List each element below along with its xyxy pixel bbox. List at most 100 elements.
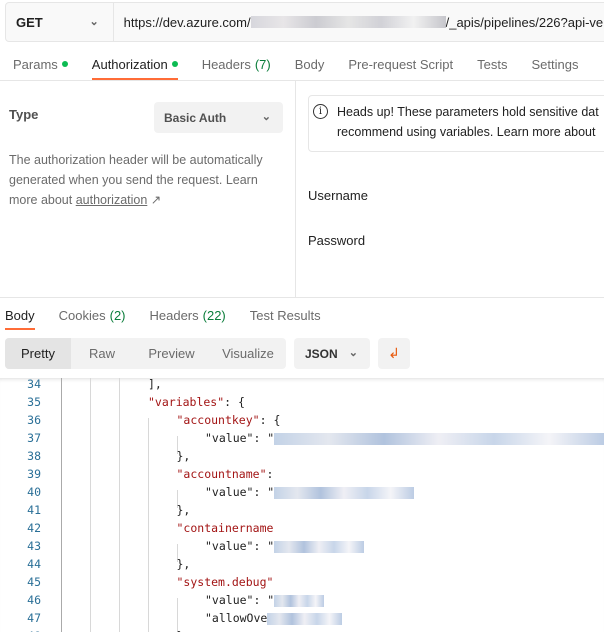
json-punct: : [266,467,274,481]
chevron-down-icon: ⌄ [348,347,358,359]
tab-settings[interactable]: Settings [519,48,590,80]
tab-headers[interactable]: Headers (22) [138,300,238,330]
tab-label: Params [13,56,58,72]
tab-label: Test Results [249,307,321,323]
tab-label: Cookies [58,307,106,323]
line-number: 46 [27,593,41,607]
method-select[interactable]: GET ⌄ [6,3,114,41]
json-key: "system.debug" [176,575,274,589]
tab-cookies[interactable]: Cookies (2) [47,300,138,330]
status-dot [61,61,68,67]
tab-label: Body [294,56,325,72]
json-key: "containername [176,521,274,535]
tab-pre-request-script[interactable]: Pre-request Script [336,48,465,80]
line-number: 44 [27,557,41,571]
json-punct: "value": " [205,593,275,607]
code-text: "system.debug" [177,573,274,591]
code-line: 34], [0,378,604,393]
json-punct: "value": " [205,431,275,445]
wrap-icon: ↲ [388,345,400,361]
code-line: 44}, [0,555,604,573]
code-line: 40 "value": " [0,483,604,501]
tab-label: Pre-request Script [348,56,454,72]
view-mode-raw[interactable]: Raw [71,338,133,369]
code-line: 41}, [0,501,604,519]
response-body-editor[interactable]: 34], 35 "variables": {36 "accountkey": {37 "… [0,378,604,632]
redacted-url-part [250,16,446,28]
line-number: 37 [27,431,41,445]
auth-type-value: Basic Auth [164,110,227,125]
line-number: 47 [27,611,41,625]
json-punct: }, [176,449,191,463]
tab-authorization[interactable]: Authorization [80,48,190,80]
line-number: 35 [27,395,41,409]
format-value: JSON [305,346,338,361]
wrap-lines-button[interactable]: ↲ [378,338,410,369]
tab-body[interactable]: Body [0,300,47,330]
code-line: 45 "system.debug" [0,573,604,591]
line-number: 43 [27,539,41,553]
json-key: "accountkey" [176,413,260,427]
username-label: Username [308,188,368,203]
code-line: 47 "allowOve [0,609,604,627]
warning-text: recommend using variables. Learn more ab… [337,125,596,139]
url-suffix: /_apis/pipelines/226?api-vers [445,14,604,30]
code-text: "value": " [205,591,325,609]
json-punct: "value": " [205,485,275,499]
line-number: 48 [0,627,41,632]
format-select[interactable]: JSON ⌄ [294,338,370,369]
password-label: Password [308,233,366,248]
view-mode-segmented: Pretty Raw Preview Visualize [5,338,286,369]
json-punct: ], [148,378,162,391]
line-number: 41 [27,503,41,517]
chevron-down-icon: ⌄ [89,16,99,28]
view-mode-visualize[interactable]: Visualize [210,338,286,369]
view-mode-preview[interactable]: Preview [133,338,210,369]
warning-line-2: recommend using variables. Learn more ab… [337,122,604,142]
code-line: 43 "value": " [0,537,604,555]
json-punct: }, [176,503,191,517]
url-bar: GET ⌄ https://dev.azure.com/ /_apis/pipeli… [5,2,604,42]
tab-test-results[interactable]: Test Results [238,300,333,330]
code-text: }, [177,447,191,465]
tab-body[interactable]: Body [283,48,337,80]
code-text: "accountname": [177,465,274,483]
line-number: 39 [27,467,41,481]
redacted-value [274,540,365,553]
tab-tests[interactable]: Tests [465,48,519,80]
code-line: 42 "containername [0,519,604,537]
tab-label: Tests [477,56,508,72]
code-text: "accountkey": { [177,411,281,429]
code-text: "value": " [205,537,365,555]
url-input[interactable]: https://dev.azure.com/ /_apis/pipelines/2… [114,3,604,41]
auth-description: The authorization header will be automat… [9,150,279,210]
code-text: } [177,627,184,632]
tab-params[interactable]: Params [1,48,80,80]
code-text: "allowOve [205,609,343,627]
code-text: "variables": { [148,393,245,411]
tab-count: (7) [254,56,271,72]
code-text: "value": " [205,483,415,501]
tab-count: (2) [109,307,126,323]
json-punct: : { [259,413,281,427]
json-punct: : { [224,395,245,409]
status-dot [171,61,178,67]
code-line: 39 "accountname": [0,465,604,483]
redacted-value [267,612,343,625]
code-text: }, [177,501,191,519]
authorization-link[interactable]: authorization [76,193,148,207]
tab-label: Settings [531,56,579,72]
divider [0,297,604,298]
pane-divider[interactable] [295,81,296,297]
chevron-down-icon: ⌄ [261,111,271,123]
tab-count: (22) [202,307,226,323]
tab-headers[interactable]: Headers (7) [190,48,283,80]
request-tabs: Params Authorization Headers (7) Body Pre-req… [1,48,590,80]
redacted-value [274,486,415,499]
code-line: 46 "value": " [0,591,604,609]
view-mode-pretty[interactable]: Pretty [5,338,71,369]
auth-type-select[interactable]: Basic Auth ⌄ [154,102,283,133]
code-line: 38}, [0,447,604,465]
response-tabs: Body Cookies (2) Headers (22) Test Results [0,300,333,330]
tab-label: Authorization [91,56,168,72]
